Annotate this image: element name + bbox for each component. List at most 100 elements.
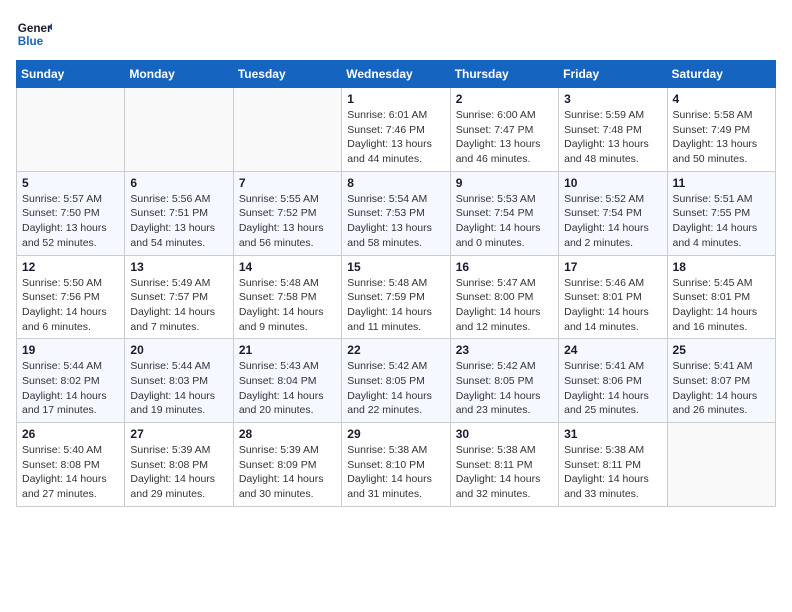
day-detail: Sunrise: 6:00 AM Sunset: 7:47 PM Dayligh… xyxy=(456,108,553,167)
calendar-day-cell: 13Sunrise: 5:49 AM Sunset: 7:57 PM Dayli… xyxy=(125,255,233,339)
day-number: 29 xyxy=(347,427,444,441)
day-number: 22 xyxy=(347,343,444,357)
day-detail: Sunrise: 5:45 AM Sunset: 8:01 PM Dayligh… xyxy=(673,276,770,335)
day-detail: Sunrise: 5:50 AM Sunset: 7:56 PM Dayligh… xyxy=(22,276,119,335)
day-number: 4 xyxy=(673,92,770,106)
calendar-table: SundayMondayTuesdayWednesdayThursdayFrid… xyxy=(16,60,776,507)
day-detail: Sunrise: 5:42 AM Sunset: 8:05 PM Dayligh… xyxy=(347,359,444,418)
day-detail: Sunrise: 5:58 AM Sunset: 7:49 PM Dayligh… xyxy=(673,108,770,167)
page-header: General Blue xyxy=(16,16,776,52)
calendar-day-cell: 4 Sunrise: 5:58 AM Sunset: 7:49 PM Daylig… xyxy=(667,88,775,172)
weekday-header-cell: Monday xyxy=(125,61,233,88)
weekday-header-cell: Thursday xyxy=(450,61,558,88)
day-number: 30 xyxy=(456,427,553,441)
day-detail: Sunrise: 5:44 AM Sunset: 8:02 PM Dayligh… xyxy=(22,359,119,418)
calendar-day-cell: 8 Sunrise: 5:54 AM Sunset: 7:53 PM Daylig… xyxy=(342,171,450,255)
calendar-day-cell: 16Sunrise: 5:47 AM Sunset: 8:00 PM Dayli… xyxy=(450,255,558,339)
calendar-week-row: 12 Sunrise: 5:50 AM Sunset: 7:56 PM Dayli… xyxy=(17,255,776,339)
day-number: 12 xyxy=(22,260,119,274)
calendar-week-row: 5 Sunrise: 5:57 AM Sunset: 7:50 PM Daylig… xyxy=(17,171,776,255)
weekday-header-cell: Sunday xyxy=(17,61,125,88)
day-number: 25 xyxy=(673,343,770,357)
calendar-day-cell: 31 Sunrise: 5:38 AM Sunset: 8:11 PM Dayli… xyxy=(559,423,667,507)
day-number: 7 xyxy=(239,176,336,190)
day-detail: Sunrise: 6:01 AM Sunset: 7:46 PM Dayligh… xyxy=(347,108,444,167)
calendar-week-row: 19 Sunrise: 5:44 AM Sunset: 8:02 PM Dayli… xyxy=(17,339,776,423)
calendar-day-cell: 3 Sunrise: 5:59 AM Sunset: 7:48 PM Daylig… xyxy=(559,88,667,172)
calendar-day-cell: 9 Sunrise: 5:53 AM Sunset: 7:54 PM Daylig… xyxy=(450,171,558,255)
calendar-day-cell: 27 Sunrise: 5:39 AM Sunset: 8:08 PM Dayli… xyxy=(125,423,233,507)
day-number: 31 xyxy=(564,427,661,441)
day-detail: Sunrise: 5:54 AM Sunset: 7:53 PM Dayligh… xyxy=(347,192,444,251)
weekday-header-cell: Wednesday xyxy=(342,61,450,88)
day-number: 27 xyxy=(130,427,227,441)
calendar-day-cell xyxy=(667,423,775,507)
calendar-day-cell: 28 Sunrise: 5:39 AM Sunset: 8:09 PM Dayli… xyxy=(233,423,341,507)
day-detail: Sunrise: 5:44 AM Sunset: 8:03 PM Dayligh… xyxy=(130,359,227,418)
day-number: 28 xyxy=(239,427,336,441)
day-number: 23 xyxy=(456,343,553,357)
day-detail: Sunrise: 5:39 AM Sunset: 8:09 PM Dayligh… xyxy=(239,443,336,502)
day-number: 16 xyxy=(456,260,553,274)
calendar-day-cell: 23 Sunrise: 5:42 AM Sunset: 8:05 PM Dayli… xyxy=(450,339,558,423)
day-number: 1 xyxy=(347,92,444,106)
day-number: 5 xyxy=(22,176,119,190)
calendar-day-cell: 12 Sunrise: 5:50 AM Sunset: 7:56 PM Dayli… xyxy=(17,255,125,339)
day-detail: Sunrise: 5:48 AM Sunset: 7:58 PM Dayligh… xyxy=(239,276,336,335)
logo-icon: General Blue xyxy=(16,16,52,52)
calendar-day-cell: 17 Sunrise: 5:46 AM Sunset: 8:01 PM Dayli… xyxy=(559,255,667,339)
day-detail: Sunrise: 5:39 AM Sunset: 8:08 PM Dayligh… xyxy=(130,443,227,502)
day-detail: Sunrise: 5:42 AM Sunset: 8:05 PM Dayligh… xyxy=(456,359,553,418)
day-number: 24 xyxy=(564,343,661,357)
day-detail: Sunrise: 5:38 AM Sunset: 8:10 PM Dayligh… xyxy=(347,443,444,502)
day-number: 15 xyxy=(347,260,444,274)
day-detail: Sunrise: 5:38 AM Sunset: 8:11 PM Dayligh… xyxy=(456,443,553,502)
day-detail: Sunrise: 5:51 AM Sunset: 7:55 PM Dayligh… xyxy=(673,192,770,251)
day-number: 11 xyxy=(673,176,770,190)
calendar-day-cell: 1 Sunrise: 6:01 AM Sunset: 7:46 PM Daylig… xyxy=(342,88,450,172)
calendar-day-cell: 14 Sunrise: 5:48 AM Sunset: 7:58 PM Dayli… xyxy=(233,255,341,339)
calendar-day-cell: 30 Sunrise: 5:38 AM Sunset: 8:11 PM Dayli… xyxy=(450,423,558,507)
calendar-day-cell: 15Sunrise: 5:48 AM Sunset: 7:59 PM Dayli… xyxy=(342,255,450,339)
day-number: 8 xyxy=(347,176,444,190)
day-number: 26 xyxy=(22,427,119,441)
svg-text:General: General xyxy=(18,22,52,35)
day-detail: Sunrise: 5:59 AM Sunset: 7:48 PM Dayligh… xyxy=(564,108,661,167)
day-detail: Sunrise: 5:52 AM Sunset: 7:54 PM Dayligh… xyxy=(564,192,661,251)
day-detail: Sunrise: 5:41 AM Sunset: 8:07 PM Dayligh… xyxy=(673,359,770,418)
day-number: 2 xyxy=(456,92,553,106)
day-detail: Sunrise: 5:57 AM Sunset: 7:50 PM Dayligh… xyxy=(22,192,119,251)
day-number: 19 xyxy=(22,343,119,357)
day-detail: Sunrise: 5:38 AM Sunset: 8:11 PM Dayligh… xyxy=(564,443,661,502)
day-detail: Sunrise: 5:40 AM Sunset: 8:08 PM Dayligh… xyxy=(22,443,119,502)
day-detail: Sunrise: 5:46 AM Sunset: 8:01 PM Dayligh… xyxy=(564,276,661,335)
calendar-day-cell: 11 Sunrise: 5:51 AM Sunset: 7:55 PM Dayli… xyxy=(667,171,775,255)
svg-text:Blue: Blue xyxy=(18,35,44,48)
calendar-day-cell: 2 Sunrise: 6:00 AM Sunset: 7:47 PM Daylig… xyxy=(450,88,558,172)
day-detail: Sunrise: 5:55 AM Sunset: 7:52 PM Dayligh… xyxy=(239,192,336,251)
calendar-day-cell: 19 Sunrise: 5:44 AM Sunset: 8:02 PM Dayli… xyxy=(17,339,125,423)
day-number: 9 xyxy=(456,176,553,190)
calendar-day-cell: 10Sunrise: 5:52 AM Sunset: 7:54 PM Dayli… xyxy=(559,171,667,255)
calendar-week-row: 1 Sunrise: 6:01 AM Sunset: 7:46 PM Daylig… xyxy=(17,88,776,172)
calendar-day-cell xyxy=(233,88,341,172)
day-detail: Sunrise: 5:53 AM Sunset: 7:54 PM Dayligh… xyxy=(456,192,553,251)
day-number: 6 xyxy=(130,176,227,190)
calendar-day-cell: 6 Sunrise: 5:56 AM Sunset: 7:51 PM Daylig… xyxy=(125,171,233,255)
day-number: 3 xyxy=(564,92,661,106)
weekday-header-cell: Tuesday xyxy=(233,61,341,88)
day-number: 17 xyxy=(564,260,661,274)
calendar-body: 1 Sunrise: 6:01 AM Sunset: 7:46 PM Daylig… xyxy=(17,88,776,507)
day-detail: Sunrise: 5:49 AM Sunset: 7:57 PM Dayligh… xyxy=(130,276,227,335)
day-number: 14 xyxy=(239,260,336,274)
calendar-day-cell: 26 Sunrise: 5:40 AM Sunset: 8:08 PM Dayli… xyxy=(17,423,125,507)
calendar-day-cell xyxy=(125,88,233,172)
calendar-day-cell: 7 Sunrise: 5:55 AM Sunset: 7:52 PM Daylig… xyxy=(233,171,341,255)
weekday-header-cell: Saturday xyxy=(667,61,775,88)
calendar-day-cell: 21Sunrise: 5:43 AM Sunset: 8:04 PM Dayli… xyxy=(233,339,341,423)
day-detail: Sunrise: 5:56 AM Sunset: 7:51 PM Dayligh… xyxy=(130,192,227,251)
calendar-day-cell: 24Sunrise: 5:41 AM Sunset: 8:06 PM Dayli… xyxy=(559,339,667,423)
calendar-day-cell: 29 Sunrise: 5:38 AM Sunset: 8:10 PM Dayli… xyxy=(342,423,450,507)
calendar-day-cell: 22 Sunrise: 5:42 AM Sunset: 8:05 PM Dayli… xyxy=(342,339,450,423)
weekday-header-row: SundayMondayTuesdayWednesdayThursdayFrid… xyxy=(17,61,776,88)
